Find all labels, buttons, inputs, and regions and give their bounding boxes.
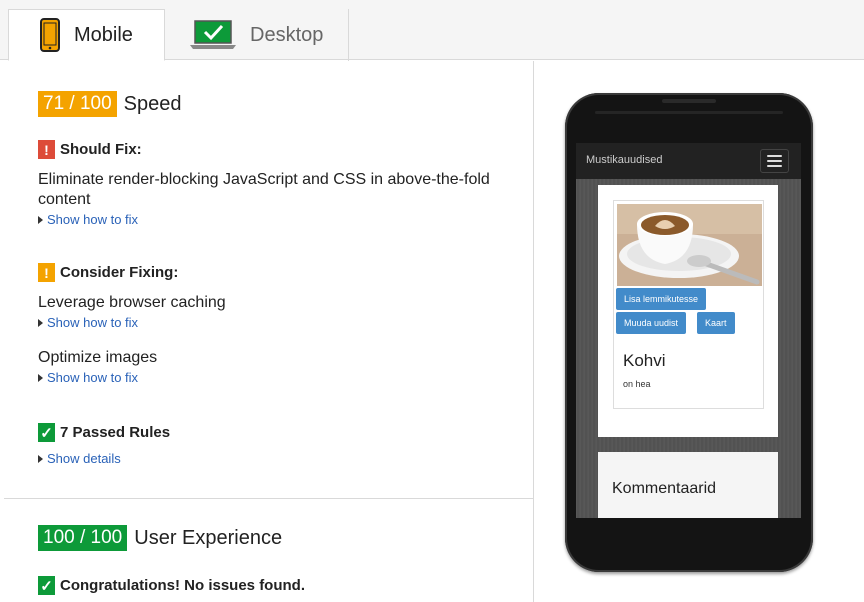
rule-title: Optimize images bbox=[38, 349, 158, 366]
map-button[interactable]: Kaart bbox=[697, 312, 735, 334]
passed-rules-label: 7 Passed Rules bbox=[60, 424, 171, 441]
caret-right-icon bbox=[38, 215, 43, 224]
speed-score-label: Speed bbox=[123, 92, 182, 115]
ux-score-row: 100 / 100 User Experience bbox=[38, 525, 282, 551]
exclamation-icon: ! bbox=[38, 140, 55, 159]
tab-desktop[interactable]: Desktop bbox=[166, 9, 349, 61]
caret-right-icon bbox=[38, 454, 43, 463]
speed-score-row: 71 / 100 Speed bbox=[38, 91, 182, 117]
link-label: Show how to fix bbox=[47, 315, 139, 330]
link-label: Show how to fix bbox=[47, 212, 139, 227]
post-title: Kohvi bbox=[623, 351, 666, 370]
hamburger-menu-icon[interactable] bbox=[760, 149, 789, 173]
exclamation-icon: ! bbox=[38, 263, 55, 282]
consider-fixing-label: Consider Fixing: bbox=[60, 264, 179, 281]
desktop-monitor-check-icon bbox=[190, 20, 236, 50]
link-label: Show details bbox=[47, 451, 121, 466]
ux-score-label: User Experience bbox=[134, 526, 283, 549]
show-how-to-fix-link[interactable]: Show how to fix bbox=[38, 315, 138, 330]
comments-title: Kommentaarid bbox=[612, 480, 717, 497]
link-label: Show how to fix bbox=[47, 370, 139, 385]
should-fix-heading: ! Should Fix: bbox=[38, 140, 142, 159]
device-tabbar: Mobile Desktop bbox=[0, 0, 864, 61]
checkmark-icon: ✓ bbox=[38, 576, 55, 595]
ux-message: ✓ Congratulations! No issues found. bbox=[38, 576, 305, 595]
caret-right-icon bbox=[38, 318, 43, 327]
phone-speaker bbox=[595, 111, 783, 114]
tab-mobile[interactable]: Mobile bbox=[8, 9, 165, 61]
preview-navbar: Mustikauudised bbox=[576, 143, 801, 179]
section-divider bbox=[4, 498, 533, 499]
edit-post-button[interactable]: Muuda uudist bbox=[616, 312, 687, 334]
ux-message-label: Congratulations! No issues found. bbox=[60, 577, 306, 594]
post-text: on hea bbox=[623, 379, 651, 389]
rule-title: Eliminate render-blocking JavaScript and… bbox=[38, 171, 490, 208]
tab-desktop-label: Desktop bbox=[250, 23, 324, 46]
ux-score-badge: 100 / 100 bbox=[38, 525, 128, 551]
speed-score-badge: 71 / 100 bbox=[38, 91, 117, 117]
preview-brand: Mustikauudised bbox=[586, 154, 663, 166]
caret-right-icon bbox=[38, 373, 43, 382]
post-thumbnail: Lisa lemmikutesse Muuda uudist Kaart Koh… bbox=[613, 200, 764, 409]
add-to-favorites-button[interactable]: Lisa lemmikutesse bbox=[616, 288, 707, 310]
post-card: Lisa lemmikutesse Muuda uudist Kaart Koh… bbox=[598, 185, 778, 437]
rule-title: Leverage browser caching bbox=[38, 294, 226, 311]
show-how-to-fix-link[interactable]: Show how to fix bbox=[38, 212, 138, 227]
passed-rules-heading: ✓ 7 Passed Rules bbox=[38, 423, 170, 442]
coffee-photo bbox=[617, 204, 762, 286]
tab-mobile-label: Mobile bbox=[74, 23, 133, 46]
show-details-link[interactable]: Show details bbox=[38, 451, 121, 466]
mobile-preview-screen: Mustikauudised Lisa lemmikutesse Muuda u… bbox=[576, 143, 801, 518]
mobile-phone-icon bbox=[40, 18, 60, 52]
panel-divider bbox=[533, 61, 534, 602]
phone-top-slot bbox=[662, 99, 716, 103]
should-fix-label: Should Fix: bbox=[60, 141, 142, 158]
show-how-to-fix-link[interactable]: Show how to fix bbox=[38, 370, 138, 385]
consider-fixing-heading: ! Consider Fixing: bbox=[38, 263, 178, 282]
comments-card: Kommentaarid bbox=[598, 452, 778, 518]
checkmark-icon: ✓ bbox=[38, 423, 55, 442]
